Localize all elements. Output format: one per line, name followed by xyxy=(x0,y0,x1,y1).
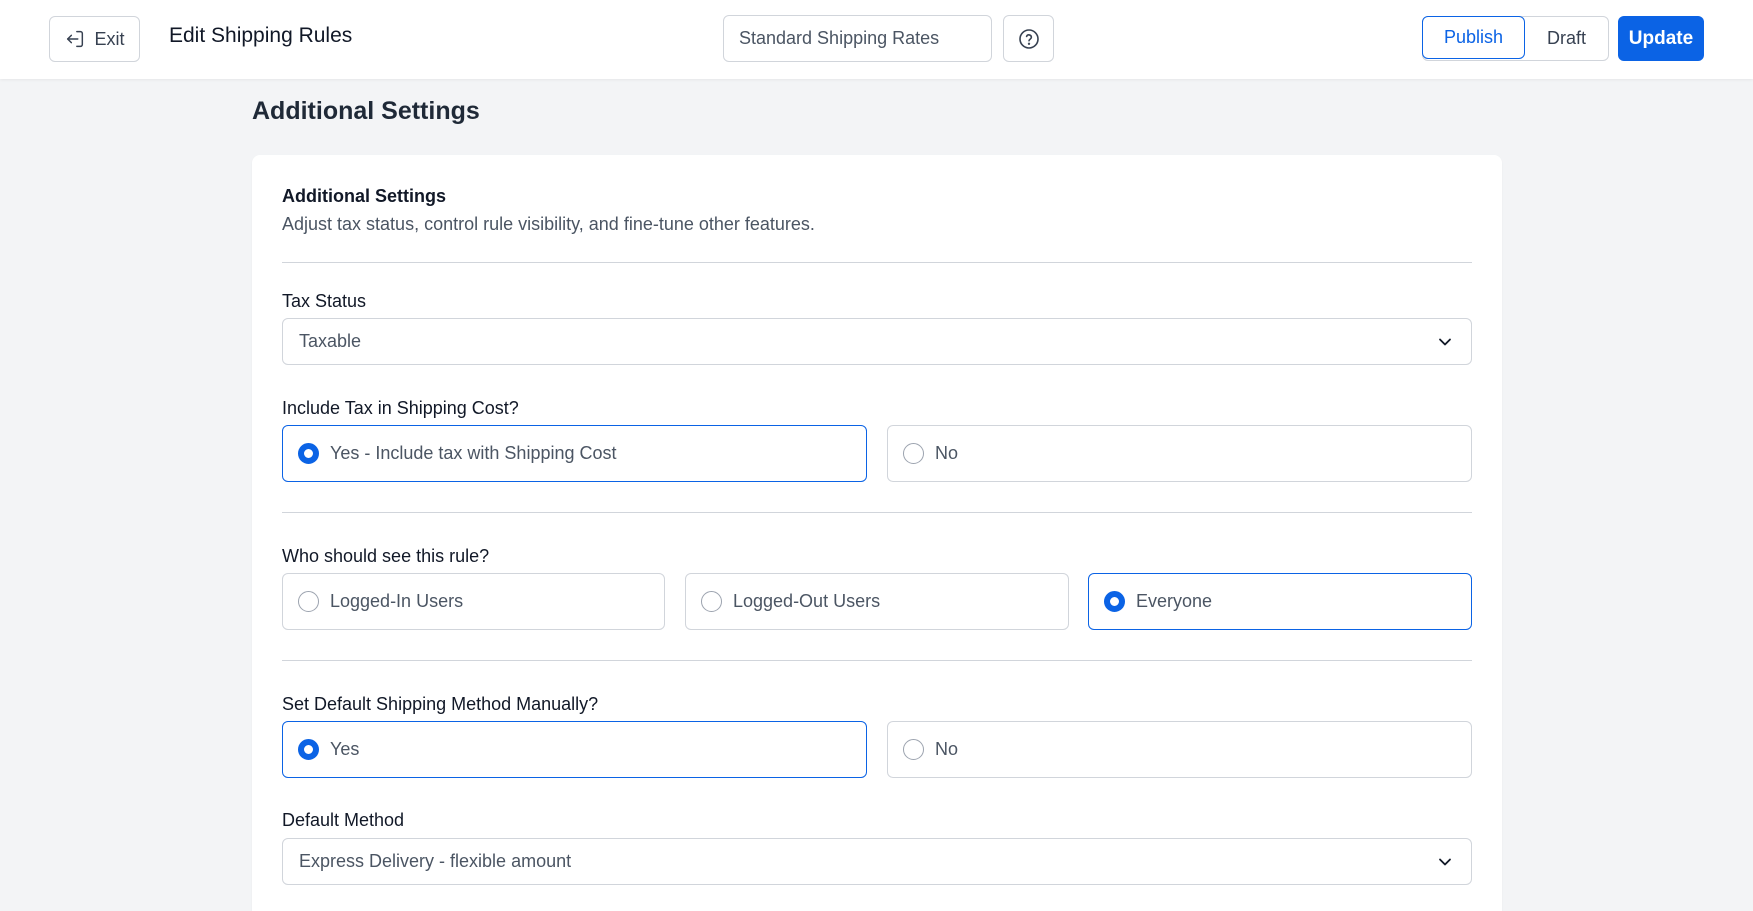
radio-selected-icon xyxy=(1104,591,1125,612)
top-bar: Exit Edit Shipping Rules Publish Draft U… xyxy=(0,0,1753,79)
tax-status-select[interactable]: Taxable xyxy=(282,318,1472,365)
option-label: Logged-In Users xyxy=(330,591,464,611)
divider xyxy=(282,262,1472,263)
radio-unselected-icon xyxy=(903,739,924,760)
chevron-down-icon xyxy=(1439,338,1451,345)
radio-unselected-icon xyxy=(298,591,319,612)
include-tax-no-option[interactable]: No xyxy=(887,425,1472,482)
radio-selected-icon xyxy=(298,443,319,464)
default-manual-yes-option[interactable]: Yes xyxy=(282,721,867,778)
exit-button[interactable]: Exit xyxy=(49,16,140,62)
include-tax-label: Include Tax in Shipping Cost? xyxy=(282,398,519,418)
divider xyxy=(282,512,1472,513)
card-description: Adjust tax status, control rule visibili… xyxy=(282,214,815,234)
draft-toggle[interactable]: Draft xyxy=(1525,17,1608,60)
card-title: Additional Settings xyxy=(282,186,446,206)
default-method-label: Default Method xyxy=(282,810,405,830)
default-manual-no-option[interactable]: No xyxy=(887,721,1472,778)
option-label: No xyxy=(935,443,959,463)
option-label: Yes xyxy=(330,739,360,759)
visibility-everyone-option[interactable]: Everyone xyxy=(1088,573,1472,630)
include-tax-yes-option[interactable]: Yes - Include tax with Shipping Cost xyxy=(282,425,867,482)
exit-icon xyxy=(67,30,84,48)
update-button[interactable]: Update xyxy=(1618,16,1704,61)
option-label: Everyone xyxy=(1136,591,1213,611)
settings-card: Additional Settings Adjust tax status, c… xyxy=(252,155,1502,911)
radio-unselected-icon xyxy=(903,443,924,464)
option-label: Yes - Include tax with Shipping Cost xyxy=(330,443,617,463)
visibility-logged-in-option[interactable]: Logged-In Users xyxy=(282,573,665,630)
visibility-logged-out-option[interactable]: Logged-Out Users xyxy=(685,573,1069,630)
publish-toggle[interactable]: Publish xyxy=(1422,16,1525,59)
page-title: Edit Shipping Rules xyxy=(169,24,353,47)
tax-status-value: Taxable xyxy=(299,331,362,351)
option-label: No xyxy=(935,739,959,759)
section-heading: Additional Settings xyxy=(252,97,480,125)
status-toggle: Publish Draft xyxy=(1422,16,1609,61)
divider xyxy=(282,660,1472,661)
question-circle-icon xyxy=(1018,28,1039,49)
radio-unselected-icon xyxy=(701,591,722,612)
default-manual-label: Set Default Shipping Method Manually? xyxy=(282,694,599,714)
visibility-label: Who should see this rule? xyxy=(282,546,490,566)
radio-selected-icon xyxy=(298,739,319,760)
rule-name-input[interactable] xyxy=(723,15,992,62)
help-button[interactable] xyxy=(1003,15,1054,62)
chevron-down-icon xyxy=(1439,858,1451,865)
option-label: Logged-Out Users xyxy=(733,591,881,611)
tax-status-label: Tax Status xyxy=(282,291,367,311)
default-method-value: Express Delivery - flexible amount xyxy=(299,851,572,871)
default-method-select[interactable]: Express Delivery - flexible amount xyxy=(282,838,1472,885)
exit-label: Exit xyxy=(94,28,125,49)
